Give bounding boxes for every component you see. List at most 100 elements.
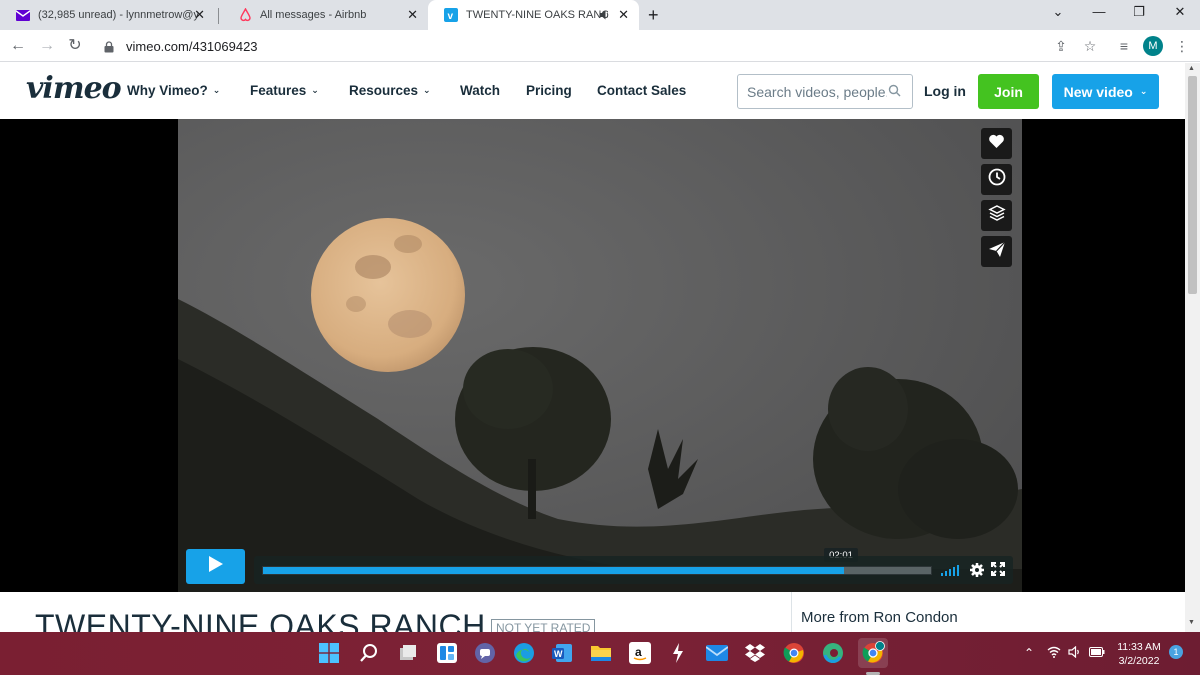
media-control-icon[interactable]: ≡ [1115, 38, 1133, 54]
browser-menu-icon[interactable]: ⋮ [1173, 38, 1191, 54]
tab-search-icon[interactable]: ⌄ [1048, 4, 1068, 20]
column-divider [791, 592, 792, 632]
vimeo-logo[interactable]: vimeo [26, 71, 122, 106]
bookmark-star-icon[interactable]: ☆ [1081, 38, 1099, 54]
yahoo-mail-icon [16, 8, 30, 22]
restore-icon[interactable]: ❐ [1129, 4, 1149, 20]
amazon-icon[interactable]: a [627, 640, 653, 666]
teams-chat-icon[interactable] [472, 640, 498, 666]
tab-vimeo[interactable]: v TWENTY-NINE OAKS RANCH ✕ [428, 0, 639, 30]
nav-why-vimeo[interactable]: Why Vimeo? ⌄ [127, 83, 220, 98]
close-tab-icon[interactable]: ✕ [194, 8, 205, 22]
volume-icon[interactable] [1068, 645, 1082, 661]
player-controls [254, 556, 1013, 584]
settings-icon[interactable] [969, 562, 985, 578]
volume-bar [953, 567, 955, 576]
nav-watch[interactable]: Watch [460, 83, 500, 98]
scroll-thumb[interactable] [1188, 76, 1197, 294]
task-view-icon[interactable] [395, 640, 421, 666]
address-bar[interactable]: vimeo.com/431069423 [96, 33, 1106, 59]
nav-label: Pricing [526, 83, 572, 98]
battery-icon[interactable] [1089, 646, 1105, 660]
taskbar-clock[interactable]: 11:33 AM 3/2/2022 [1114, 640, 1164, 668]
chrome-profile-icon[interactable] [858, 638, 888, 668]
nav-label: Contact Sales [597, 83, 687, 98]
heart-icon [988, 134, 1005, 154]
bolt-app-icon[interactable] [665, 640, 691, 666]
watch-later-button[interactable] [981, 164, 1012, 195]
widgets-icon[interactable] [434, 640, 460, 666]
word-icon[interactable]: W [549, 640, 575, 666]
windows-taskbar: W a ⌃ 11:33 AM 3/2/2022 1 [0, 632, 1200, 675]
collections-button[interactable] [981, 200, 1012, 231]
edge-icon[interactable] [511, 640, 537, 666]
dropbox-icon[interactable] [742, 640, 768, 666]
search-box [737, 74, 913, 109]
tab-separator [218, 8, 219, 24]
volume-control[interactable] [941, 565, 959, 576]
fullscreen-icon[interactable] [991, 562, 1007, 578]
vimeo-icon: v [444, 8, 458, 22]
edge-beta-icon[interactable] [820, 640, 846, 666]
nav-pricing[interactable]: Pricing [526, 83, 572, 98]
tab-title: (32,985 unread) - lynnmetrow@y [38, 9, 198, 21]
profile-avatar[interactable]: M [1143, 36, 1163, 56]
lock-icon[interactable] [104, 40, 116, 53]
share-button[interactable] [981, 236, 1012, 267]
url-text: vimeo.com/431069423 [126, 38, 258, 54]
mail-icon[interactable] [704, 640, 730, 666]
tab-title: TWENTY-NINE OAKS RANCH [466, 9, 608, 21]
close-window-icon[interactable]: ✕ [1170, 4, 1190, 20]
close-tab-icon[interactable]: ✕ [407, 8, 418, 22]
new-tab-button[interactable]: + [648, 5, 659, 25]
airbnb-icon [238, 8, 252, 22]
video-scene-image [178, 119, 1022, 592]
minimize-icon[interactable]: — [1089, 4, 1109, 19]
chrome-icon[interactable] [781, 640, 807, 666]
like-button[interactable] [981, 128, 1012, 159]
file-explorer-icon[interactable] [588, 640, 614, 666]
page-scrollbar[interactable]: ▲ ▼ [1185, 63, 1200, 632]
svg-text:v: v [448, 11, 454, 22]
back-icon[interactable]: ← [8, 36, 28, 56]
login-link[interactable]: Log in [924, 83, 966, 99]
scroll-down-icon[interactable]: ▼ [1188, 619, 1195, 626]
volume-bar [949, 569, 951, 576]
video-info: TWENTY-NINE OAKS RANCH NOT YET RATED Mor… [0, 592, 1185, 632]
audio-playing-icon[interactable] [599, 9, 611, 24]
chevron-down-icon: ⌄ [423, 85, 431, 95]
nav-features[interactable]: Features ⌄ [250, 83, 319, 98]
video-frame[interactable] [178, 119, 1022, 592]
tab-title: All messages - Airbnb [260, 9, 367, 21]
new-video-button[interactable]: New video ⌄ [1052, 74, 1159, 109]
progress-track[interactable] [262, 566, 932, 575]
video-title: TWENTY-NINE OAKS RANCH [35, 608, 486, 632]
search-input[interactable] [747, 75, 887, 108]
close-tab-icon[interactable]: ✕ [618, 8, 629, 22]
volume-bar [941, 573, 943, 576]
vimeo-header: vimeo Why Vimeo? ⌄ Features ⌄ Resources ⌄ W… [0, 63, 1185, 119]
tab-airbnb[interactable]: All messages - Airbnb ✕ [222, 0, 428, 30]
nav-label: Watch [460, 83, 500, 98]
browser-tab-strip: (32,985 unread) - lynnmetrow@y ✕ All mes… [0, 0, 1200, 30]
join-button[interactable]: Join [978, 74, 1039, 109]
search-icon[interactable] [888, 84, 902, 98]
forward-icon[interactable]: → [37, 36, 57, 56]
tab-yahoo-mail[interactable]: (32,985 unread) - lynnmetrow@y ✕ [0, 0, 215, 30]
windows-start-icon[interactable] [316, 640, 342, 666]
nav-resources[interactable]: Resources ⌄ [349, 83, 431, 98]
show-hidden-icons[interactable]: ⌃ [1024, 646, 1034, 660]
share-page-icon[interactable]: ⇪ [1052, 38, 1070, 54]
clock-time: 11:33 AM [1117, 641, 1161, 653]
play-button[interactable] [186, 549, 245, 584]
scroll-up-icon[interactable]: ▲ [1188, 65, 1195, 72]
wifi-icon[interactable] [1047, 646, 1061, 661]
nav-label: Resources [349, 83, 419, 98]
search-icon[interactable] [356, 640, 382, 666]
chevron-down-icon: ⌄ [1139, 86, 1148, 96]
reload-icon[interactable]: ↻ [65, 36, 85, 56]
progress-fill [263, 567, 845, 574]
nav-contact-sales[interactable]: Contact Sales [597, 83, 686, 98]
notification-badge[interactable]: 1 [1169, 645, 1183, 659]
more-from-heading[interactable]: More from Ron Condon [801, 609, 958, 626]
